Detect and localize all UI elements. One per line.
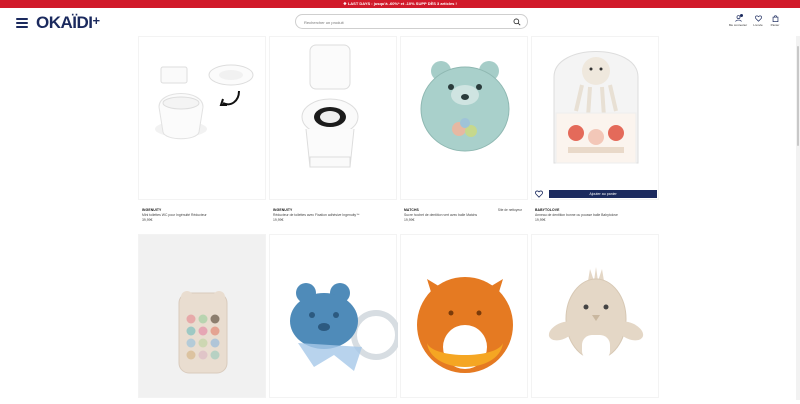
fox-teether-image <box>417 277 513 373</box>
favorite-heart-icon[interactable] <box>535 190 543 198</box>
teether-ball-image <box>420 61 510 152</box>
scrollbar-thumb[interactable] <box>797 46 799 146</box>
cart-button[interactable]: Panier <box>764 15 786 27</box>
product-image[interactable] <box>531 234 659 398</box>
logo-plus: + <box>92 13 101 28</box>
product-price: 19,99€ <box>404 218 415 222</box>
heart-icon <box>754 15 762 22</box>
pop-it-teether-image <box>178 291 228 374</box>
product-price: 19,99€ <box>535 218 546 222</box>
hamburger-menu-icon[interactable] <box>16 18 28 28</box>
potty-image <box>155 64 254 140</box>
search-input[interactable] <box>304 17 504 27</box>
product-image[interactable] <box>531 36 659 200</box>
logo-text: OKAÏDI <box>36 13 93 32</box>
product-info: MATCHS Site de nettoyeur Sucre hochet de… <box>404 208 526 222</box>
bear-teether-image <box>290 283 401 371</box>
product-name[interactable]: Mini toilettes WC pour Ingénuité Réducte… <box>142 213 264 217</box>
product-image[interactable] <box>269 36 397 200</box>
search-bar <box>295 14 528 29</box>
logo[interactable]: OKAÏDI+ <box>36 13 101 32</box>
product-brand: INGENUITY <box>273 208 293 212</box>
teether-box-image <box>553 51 639 164</box>
product-price: 19,99€ <box>273 218 284 222</box>
toilet-seat-image <box>301 44 359 168</box>
bag-icon <box>772 15 778 22</box>
add-to-cart-button[interactable]: Ajouter au panier <box>549 190 657 198</box>
chick-teether-image <box>548 267 644 361</box>
product-name[interactable]: Sucre hochet de dentition vert avec ball… <box>404 213 526 217</box>
site-header: OKAÏDI+ Me connecter L'envie Panier <box>0 8 800 36</box>
product-image[interactable] <box>400 36 528 200</box>
product-brand: BABYTOLOVE <box>535 208 560 212</box>
account-button[interactable]: Me connecter <box>727 14 749 27</box>
product-image[interactable] <box>138 234 266 398</box>
product-price: 39,99€ <box>142 218 153 222</box>
cart-label: Panier <box>770 23 780 27</box>
search-icon[interactable] <box>513 18 521 26</box>
notification-dot <box>740 14 743 17</box>
page-scrollbar[interactable] <box>796 36 800 400</box>
product-info: INGENUITY Mini toilettes WC pour Ingénui… <box>142 208 264 222</box>
promo-banner[interactable]: ❖ LAST DAYS : jusqu'à -60%* et -10% SUPP… <box>0 0 800 8</box>
product-info: BABYTOLOVE Anneau de dentition bonne ou … <box>535 208 657 222</box>
product-image[interactable] <box>138 36 266 200</box>
product-image[interactable] <box>400 234 528 398</box>
product-name[interactable]: Réducteur de toilettes avec Fixation adh… <box>273 213 395 217</box>
account-label: Me connecter <box>728 23 748 27</box>
product-brand: INGENUITY <box>142 208 162 212</box>
product-info: INGENUITY Réducteur de toilettes avec Fi… <box>273 208 395 222</box>
product-image[interactable] <box>269 234 401 398</box>
product-badge: Site de nettoyeur <box>497 208 522 212</box>
product-name[interactable]: Anneau de dentition bonne ou pousse ball… <box>535 213 657 217</box>
